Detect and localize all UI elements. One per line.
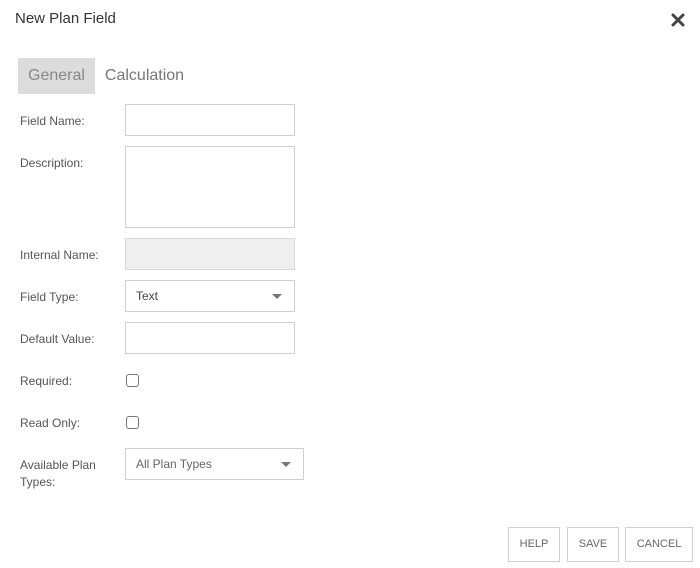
field-type-value: Text <box>136 289 159 303</box>
close-button[interactable] <box>670 12 686 28</box>
help-button[interactable]: HELP <box>508 527 560 562</box>
default-value-input[interactable] <box>125 322 295 354</box>
available-plan-types-select[interactable]: All Plan Types <box>125 448 304 480</box>
default-value-label: Default Value: <box>20 332 95 346</box>
chevron-down-icon <box>281 462 291 467</box>
internal-name-label: Internal Name: <box>20 248 99 262</box>
available-plan-types-value: All Plan Types <box>136 457 212 471</box>
tab-bar: General Calculation <box>18 58 194 94</box>
field-type-select[interactable]: Text <box>125 280 295 312</box>
read-only-label: Read Only: <box>20 416 81 430</box>
chevron-down-icon <box>272 294 282 299</box>
required-label: Required: <box>20 374 73 388</box>
close-icon <box>671 13 685 27</box>
cancel-button[interactable]: CANCEL <box>625 527 693 562</box>
field-name-input[interactable] <box>125 104 295 136</box>
field-name-label: Field Name: <box>20 114 85 128</box>
description-label: Description: <box>20 156 84 170</box>
required-checkbox[interactable] <box>126 374 139 387</box>
internal-name-input <box>125 238 295 270</box>
tab-calculation[interactable]: Calculation <box>95 58 194 94</box>
save-button[interactable]: SAVE <box>567 527 619 562</box>
field-type-label: Field Type: <box>20 290 79 304</box>
available-plan-types-label: Available Plan Types: <box>20 458 96 489</box>
description-textarea[interactable] <box>125 146 295 228</box>
read-only-checkbox[interactable] <box>126 416 139 429</box>
dialog-title: New Plan Field <box>15 10 116 27</box>
tab-general[interactable]: General <box>18 58 95 94</box>
